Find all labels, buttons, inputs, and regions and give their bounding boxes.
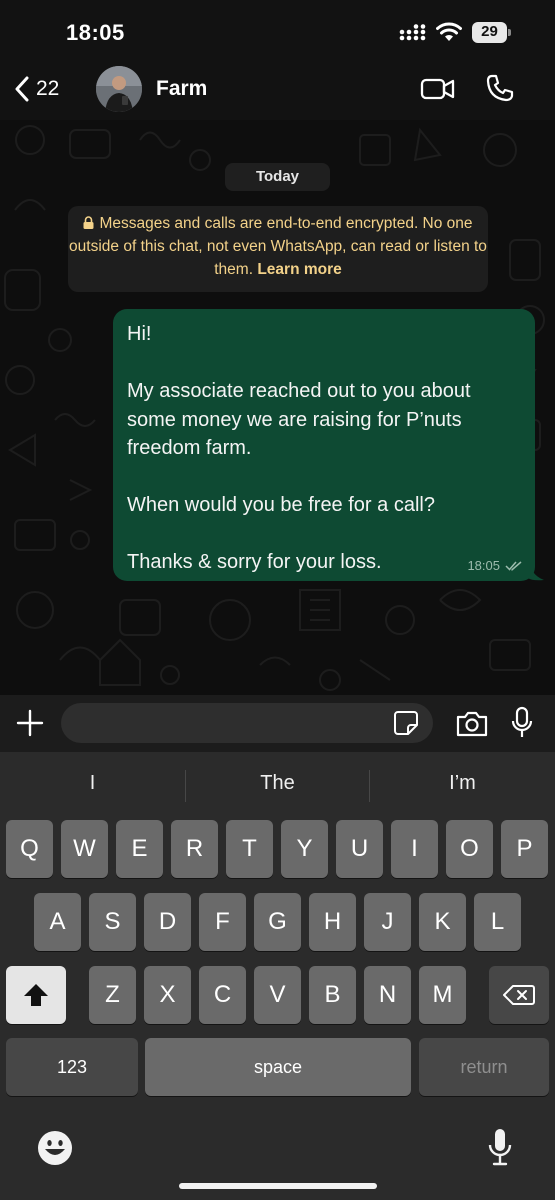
- key-w[interactable]: W: [61, 820, 108, 878]
- encryption-notice[interactable]: Messages and calls are end-to-end encryp…: [68, 206, 488, 292]
- key-u[interactable]: U: [336, 820, 383, 878]
- camera-button[interactable]: [455, 710, 489, 737]
- chevron-left-icon: [15, 76, 29, 102]
- status-time: 18:05: [66, 20, 125, 45]
- key-x[interactable]: X: [144, 966, 191, 1024]
- battery-icon: 29: [472, 22, 512, 43]
- suggestion-2[interactable]: The: [186, 772, 369, 802]
- backspace-icon: [503, 985, 535, 1005]
- message-text: Hi! My associate reached out to you abou…: [127, 323, 471, 573]
- sticker-button[interactable]: [393, 710, 419, 736]
- attach-button[interactable]: [16, 709, 44, 737]
- keyboard: I The I’m Q W E R T Y U I O P A S D F G …: [0, 752, 555, 1200]
- avatar-image: [96, 66, 142, 112]
- learn-more-link[interactable]: Learn more: [257, 261, 341, 278]
- key-d[interactable]: D: [144, 893, 191, 951]
- outgoing-message-bubble[interactable]: Hi! My associate reached out to you abou…: [113, 309, 535, 581]
- avatar[interactable]: [96, 66, 142, 112]
- bubble-tail: [528, 557, 544, 581]
- message-composer: [0, 695, 555, 752]
- key-c[interactable]: C: [199, 966, 246, 1024]
- key-i[interactable]: I: [391, 820, 438, 878]
- signal-icon: [399, 24, 426, 41]
- key-m[interactable]: M: [419, 966, 466, 1024]
- message-time: 18:05: [467, 558, 500, 573]
- numbers-key[interactable]: 123: [6, 1038, 138, 1096]
- date-separator: Today: [225, 163, 330, 191]
- shift-icon: [24, 984, 48, 1006]
- key-l[interactable]: L: [474, 893, 521, 951]
- top-bar: 18:05 29 22 Farm: [0, 0, 555, 120]
- video-call-button[interactable]: [420, 75, 456, 103]
- key-h[interactable]: H: [309, 893, 356, 951]
- delete-key[interactable]: [489, 966, 549, 1024]
- shift-key[interactable]: [6, 966, 66, 1024]
- key-s[interactable]: S: [89, 893, 136, 951]
- double-check-icon: [505, 561, 522, 571]
- key-z[interactable]: Z: [89, 966, 136, 1024]
- key-t[interactable]: T: [226, 820, 273, 878]
- key-e[interactable]: E: [116, 820, 163, 878]
- message-meta: 18:05: [467, 558, 523, 573]
- home-indicator[interactable]: [179, 1183, 377, 1189]
- key-r[interactable]: R: [171, 820, 218, 878]
- back-button[interactable]: 22: [14, 74, 74, 104]
- key-p[interactable]: P: [501, 820, 548, 878]
- battery-level: 29: [481, 23, 498, 40]
- key-k[interactable]: K: [419, 893, 466, 951]
- wifi-icon: [436, 22, 462, 41]
- return-key[interactable]: return: [419, 1038, 549, 1096]
- voice-message-button[interactable]: [510, 706, 534, 740]
- unread-count: 22: [36, 77, 60, 100]
- voice-call-button[interactable]: [485, 73, 515, 103]
- space-key[interactable]: space: [145, 1038, 411, 1096]
- dictation-button[interactable]: [487, 1127, 513, 1167]
- key-y[interactable]: Y: [281, 820, 328, 878]
- contact-name[interactable]: Farm: [156, 77, 207, 101]
- emoji-button[interactable]: [37, 1130, 73, 1166]
- key-n[interactable]: N: [364, 966, 411, 1024]
- key-f[interactable]: F: [199, 893, 246, 951]
- suggestion-1[interactable]: I: [0, 772, 185, 802]
- key-v[interactable]: V: [254, 966, 301, 1024]
- key-q[interactable]: Q: [6, 820, 53, 878]
- key-g[interactable]: G: [254, 893, 301, 951]
- key-o[interactable]: O: [446, 820, 493, 878]
- key-j[interactable]: J: [364, 893, 411, 951]
- chat-area[interactable]: Today Messages and calls are end-to-end …: [0, 120, 555, 695]
- lock-icon: [83, 213, 94, 229]
- message-input[interactable]: [61, 703, 433, 743]
- key-b[interactable]: B: [309, 966, 356, 1024]
- key-a[interactable]: A: [34, 893, 81, 951]
- suggestion-3[interactable]: I’m: [370, 772, 555, 802]
